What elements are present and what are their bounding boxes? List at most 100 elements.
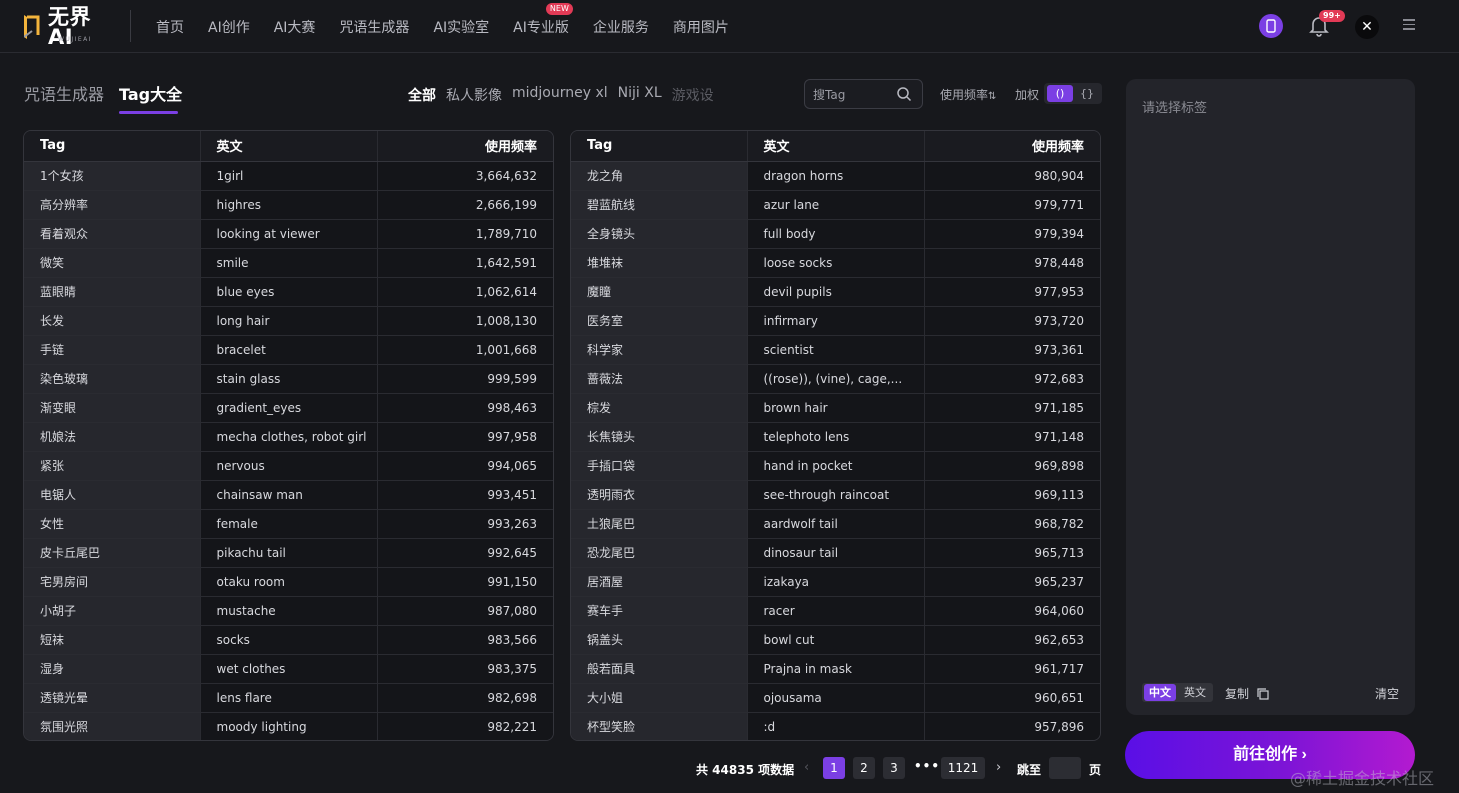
- tag-cell[interactable]: 医务室: [571, 306, 747, 336]
- table-row[interactable]: 医务室 infirmary 973,720: [571, 306, 1100, 336]
- table-row[interactable]: 女性 female 993,263: [24, 509, 553, 539]
- category-all[interactable]: 全部: [408, 85, 436, 105]
- table-row[interactable]: 皮卡丘尾巴 pikachu tail 992,645: [24, 538, 553, 568]
- tag-cell[interactable]: 杯型笑脸: [571, 712, 747, 740]
- nav-item-commercial-images[interactable]: 商用图片: [673, 17, 729, 37]
- prev-page-icon[interactable]: ‹: [804, 760, 809, 775]
- category-game-design[interactable]: 游戏设: [672, 85, 714, 105]
- tag-cell[interactable]: 高分辨率: [24, 190, 200, 220]
- table-row[interactable]: 全身镜头 full body 979,394: [571, 219, 1100, 249]
- tag-cell[interactable]: 看着观众: [24, 219, 200, 249]
- table-row[interactable]: 般若面具 Prajna in mask 961,717: [571, 654, 1100, 684]
- tag-cell[interactable]: 透镜光晕: [24, 683, 200, 713]
- lang-option-english[interactable]: 英文: [1179, 684, 1211, 701]
- table-row[interactable]: 短袜 socks 983,566: [24, 625, 553, 655]
- table-row[interactable]: 科学家 scientist 973,361: [571, 335, 1100, 365]
- table-row[interactable]: 蔷薇法 ((rose)), (vine), cage,... 972,683: [571, 364, 1100, 394]
- table-row[interactable]: 氛围光照 moody lighting 982,221: [24, 712, 553, 740]
- tag-cell[interactable]: 1个女孩: [24, 161, 200, 191]
- table-row[interactable]: 微笑 smile 1,642,591: [24, 248, 553, 278]
- table-row[interactable]: 看着观众 looking at viewer 1,789,710: [24, 219, 553, 249]
- table-row[interactable]: 机娘法 mecha clothes, robot girl 997,958: [24, 422, 553, 452]
- table-row[interactable]: 紧张 nervous 994,065: [24, 451, 553, 481]
- logo[interactable]: 无界AI WUJIEAI: [24, 7, 110, 48]
- tag-cell[interactable]: 紧张: [24, 451, 200, 481]
- selected-tags-panel[interactable]: 请选择标签 中文 英文 复制 清空: [1126, 79, 1415, 715]
- tag-cell[interactable]: 蔷薇法: [571, 364, 747, 394]
- tag-cell[interactable]: 机娘法: [24, 422, 200, 452]
- category-midjourney-xl[interactable]: midjourney xl: [512, 85, 608, 105]
- table-row[interactable]: 蓝眼睛 blue eyes 1,062,614: [24, 277, 553, 307]
- weight-option-braces[interactable]: {}: [1074, 85, 1100, 102]
- tag-cell[interactable]: 染色玻璃: [24, 364, 200, 394]
- tag-cell[interactable]: 碧蓝航线: [571, 190, 747, 220]
- avatar[interactable]: ✕: [1355, 15, 1379, 39]
- tag-cell[interactable]: 微笑: [24, 248, 200, 278]
- tag-cell[interactable]: 小胡子: [24, 596, 200, 626]
- table-row[interactable]: 碧蓝航线 azur lane 979,771: [571, 190, 1100, 220]
- table-row[interactable]: 高分辨率 highres 2,666,199: [24, 190, 553, 220]
- tag-cell[interactable]: 氛围光照: [24, 712, 200, 740]
- table-row[interactable]: 龙之角 dragon horns 980,904: [571, 161, 1100, 191]
- table-row[interactable]: 手链 bracelet 1,001,668: [24, 335, 553, 365]
- table-row[interactable]: 魔瞳 devil pupils 977,953: [571, 277, 1100, 307]
- tag-cell[interactable]: 般若面具: [571, 654, 747, 684]
- category-private-images[interactable]: 私人影像: [446, 85, 502, 105]
- table-row[interactable]: 染色玻璃 stain glass 999,599: [24, 364, 553, 394]
- search-icon[interactable]: [896, 86, 912, 102]
- table-row[interactable]: 大小姐 ojousama 960,651: [571, 683, 1100, 713]
- tag-cell[interactable]: 棕发: [571, 393, 747, 423]
- tag-cell[interactable]: 透明雨衣: [571, 480, 747, 510]
- table-row[interactable]: 1个女孩 1girl 3,664,632: [24, 161, 553, 191]
- tag-cell[interactable]: 居酒屋: [571, 567, 747, 597]
- nav-item-ai-contest[interactable]: AI大赛: [274, 17, 316, 37]
- table-row[interactable]: 长发 long hair 1,008,130: [24, 306, 553, 336]
- tag-cell[interactable]: 短袜: [24, 625, 200, 655]
- category-niji-xl[interactable]: Niji XL: [618, 85, 662, 105]
- table-row[interactable]: 透明雨衣 see-through raincoat 969,113: [571, 480, 1100, 510]
- sort-by-frequency[interactable]: 使用频率⇅: [940, 86, 996, 103]
- search-input[interactable]: [813, 86, 893, 104]
- table-row[interactable]: 赛车手 racer 964,060: [571, 596, 1100, 626]
- tag-cell[interactable]: 皮卡丘尾巴: [24, 538, 200, 568]
- nav-item-spell-generator[interactable]: 咒语生成器: [339, 17, 409, 37]
- nav-item-ai-pro[interactable]: AI专业版 NEW: [513, 2, 573, 37]
- tag-cell[interactable]: 长焦镜头: [571, 422, 747, 452]
- tag-cell[interactable]: 龙之角: [571, 161, 747, 191]
- tag-cell[interactable]: 蓝眼睛: [24, 277, 200, 307]
- page-button-last[interactable]: 1121: [941, 757, 985, 779]
- tag-cell[interactable]: 科学家: [571, 335, 747, 365]
- table-row[interactable]: 透镜光晕 lens flare 982,698: [24, 683, 553, 713]
- tag-cell[interactable]: 锅盖头: [571, 625, 747, 655]
- tag-cell[interactable]: 魔瞳: [571, 277, 747, 307]
- tag-cell[interactable]: 手链: [24, 335, 200, 365]
- table-row[interactable]: 棕发 brown hair 971,185: [571, 393, 1100, 423]
- table-row[interactable]: 锅盖头 bowl cut 962,653: [571, 625, 1100, 655]
- copy-button[interactable]: 复制: [1225, 685, 1269, 702]
- table-row[interactable]: 堆堆袜 loose socks 978,448: [571, 248, 1100, 278]
- nav-item-enterprise[interactable]: 企业服务: [593, 17, 649, 37]
- tag-cell[interactable]: 女性: [24, 509, 200, 539]
- tag-cell[interactable]: 手插口袋: [571, 451, 747, 481]
- tag-cell[interactable]: 全身镜头: [571, 219, 747, 249]
- nav-item-home[interactable]: 首页: [156, 17, 184, 37]
- tag-cell[interactable]: 恐龙尾巴: [571, 538, 747, 568]
- tag-cell[interactable]: 赛车手: [571, 596, 747, 626]
- weight-option-parens[interactable]: (): [1047, 85, 1073, 102]
- mobile-app-button[interactable]: [1259, 14, 1283, 38]
- table-row[interactable]: 渐变眼 gradient_eyes 998,463: [24, 393, 553, 423]
- tag-cell[interactable]: 堆堆袜: [571, 248, 747, 278]
- page-button-3[interactable]: 3: [883, 757, 905, 779]
- next-page-icon[interactable]: ›: [996, 760, 1001, 775]
- page-ellipsis[interactable]: •••: [914, 759, 940, 773]
- nav-item-ai-create[interactable]: AI创作: [208, 17, 250, 37]
- tag-cell[interactable]: 渐变眼: [24, 393, 200, 423]
- tag-cell[interactable]: 宅男房间: [24, 567, 200, 597]
- table-row[interactable]: 居酒屋 izakaya 965,237: [571, 567, 1100, 597]
- tag-cell[interactable]: 土狼尾巴: [571, 509, 747, 539]
- clear-button[interactable]: 清空: [1375, 685, 1399, 702]
- lang-option-chinese[interactable]: 中文: [1144, 684, 1176, 701]
- table-row[interactable]: 湿身 wet clothes 983,375: [24, 654, 553, 684]
- tab-spell-generator[interactable]: 咒语生成器: [24, 81, 104, 105]
- table-row[interactable]: 手插口袋 hand in pocket 969,898: [571, 451, 1100, 481]
